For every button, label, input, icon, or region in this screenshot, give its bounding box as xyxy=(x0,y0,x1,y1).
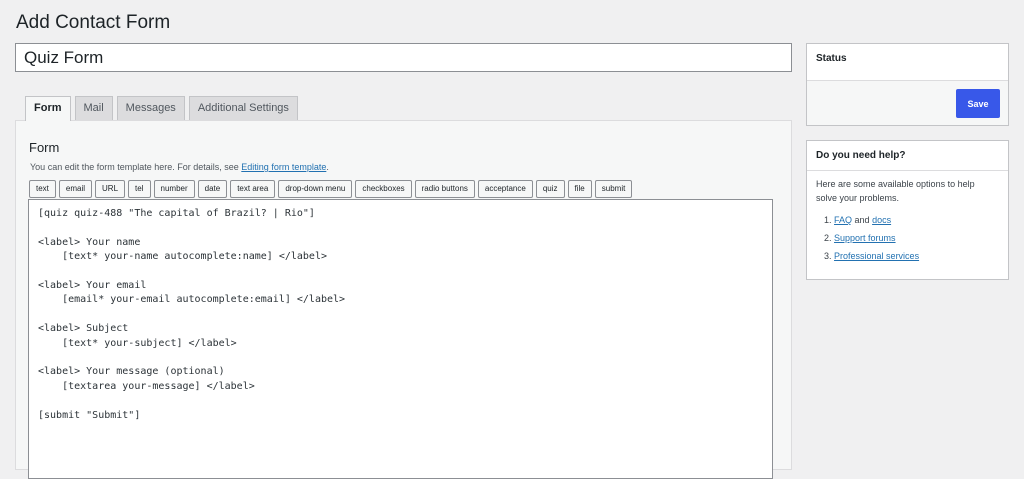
form-panel-description: You can edit the form template here. For… xyxy=(30,162,329,172)
tag-button-number[interactable]: number xyxy=(153,180,195,198)
tag-button-text-area[interactable]: text area xyxy=(230,180,276,198)
tag-button-date[interactable]: date xyxy=(197,180,228,198)
status-box-title: Status xyxy=(816,53,847,64)
help-box-divider xyxy=(807,170,1008,171)
tab-form[interactable]: Form xyxy=(25,96,71,121)
description-text: You can edit the form template here. For… xyxy=(30,162,242,172)
help-options-list: 1. FAQ and docs 2. Support forums 3. Pro… xyxy=(824,213,919,267)
tag-button-quiz[interactable]: quiz xyxy=(535,180,565,198)
page-title: Add Contact Form xyxy=(16,12,171,33)
professional-services-link[interactable]: Professional services xyxy=(834,251,919,261)
tab-additional-settings[interactable]: Additional Settings xyxy=(188,96,298,120)
tag-button-url[interactable]: URL xyxy=(95,180,126,198)
faq-link[interactable]: FAQ xyxy=(834,215,852,225)
help-list-item: 3. Professional services xyxy=(824,249,919,267)
form-panel-heading: Form xyxy=(29,140,60,155)
tab-messages[interactable]: Messages xyxy=(116,96,185,120)
help-box-intro: Here are some available options to help … xyxy=(816,179,975,203)
form-template-editor[interactable]: [quiz quiz-488 "The capital of Brazil? |… xyxy=(28,199,773,479)
docs-link[interactable]: docs xyxy=(872,215,891,225)
help-item-number: 3. xyxy=(824,251,832,261)
tag-button-text[interactable]: text xyxy=(29,180,56,198)
status-box: Status Save xyxy=(806,43,1009,126)
help-item-and: and xyxy=(852,215,873,225)
tag-button-acceptance[interactable]: acceptance xyxy=(477,180,533,198)
tag-button-drop-down-menu[interactable]: drop-down menu xyxy=(278,180,353,198)
save-button[interactable]: Save xyxy=(956,89,1000,118)
tab-bar: Form Mail Messages Additional Settings xyxy=(25,96,298,121)
editing-form-template-link[interactable]: Editing form template xyxy=(241,162,326,172)
help-item-number: 2. xyxy=(824,233,832,243)
tag-button-file[interactable]: file xyxy=(567,180,592,198)
help-box: Do you need help? Here are some availabl… xyxy=(806,140,1009,280)
help-list-item: 1. FAQ and docs xyxy=(824,213,919,231)
tab-mail[interactable]: Mail xyxy=(74,96,113,120)
form-title-input[interactable] xyxy=(15,43,792,72)
form-panel: Form You can edit the form template here… xyxy=(15,120,792,479)
tag-button-email[interactable]: email xyxy=(58,180,93,198)
status-box-divider xyxy=(807,80,1008,81)
tag-button-submit[interactable]: submit xyxy=(594,180,633,198)
tag-button-radio-buttons[interactable]: radio buttons xyxy=(414,180,475,198)
help-list-item: 2. Support forums xyxy=(824,231,919,249)
tag-generator-bar: text email URL tel number date text area… xyxy=(29,180,633,198)
description-suffix: . xyxy=(326,162,329,172)
help-box-title: Do you need help? xyxy=(816,150,906,161)
tag-button-checkboxes[interactable]: checkboxes xyxy=(355,180,412,198)
help-item-number: 1. xyxy=(824,215,832,225)
support-forums-link[interactable]: Support forums xyxy=(834,233,896,243)
tag-button-tel[interactable]: tel xyxy=(128,180,151,198)
